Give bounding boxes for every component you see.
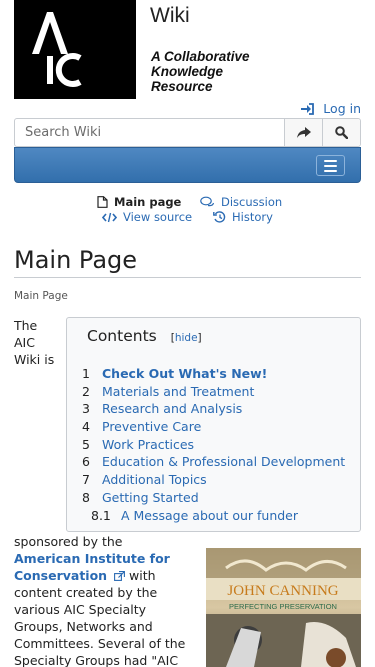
toc-item-number: 2 <box>82 383 90 399</box>
search-bar <box>14 118 361 147</box>
login-link[interactable]: Log in <box>301 101 361 116</box>
hamburger-icon <box>324 169 337 172</box>
tagline-line: A Collaborative <box>151 49 250 64</box>
toc-item-label: Research and Analysis <box>102 401 243 417</box>
aic-link-cont[interactable]: Conservation <box>14 568 107 583</box>
breadcrumb: Main Page <box>14 290 68 302</box>
body-text: sponsored by the American Institute for … <box>14 533 204 667</box>
table-of-contents: Contents [hide] 1 Check Out What's New! 2… <box>66 317 361 532</box>
toc-item[interactable]: 7 Additional Topics <box>82 471 345 489</box>
toc-item-number: 7 <box>82 472 90 488</box>
tab-view-source[interactable]: View source <box>102 210 192 224</box>
sponsor-image-tagline: PERFECTING PRESERVATION <box>229 602 337 611</box>
title-divider <box>14 277 361 278</box>
search-button[interactable] <box>322 119 360 146</box>
intro-line: AIC <box>14 335 35 350</box>
aic-link[interactable]: American Institute for <box>14 551 170 566</box>
history-icon <box>213 211 226 223</box>
toc-item-label: Education & Professional Development <box>102 454 346 470</box>
toc-item-number: 3 <box>82 401 90 417</box>
magnifier-icon <box>335 126 348 139</box>
toc-item-label: Materials and Treatment <box>102 383 255 399</box>
code-icon <box>102 212 117 222</box>
toc-item[interactable]: 6 Education & Professional Development <box>82 453 345 471</box>
tab-history-label: History <box>232 210 273 224</box>
toc-item[interactable]: 1 Check Out What's New! <box>82 365 345 383</box>
toc-item-number: 6 <box>82 454 90 470</box>
toc-item-label: A Message about our funder <box>121 507 299 523</box>
body-text-with: with <box>125 568 156 583</box>
toc-item-number: 1 <box>82 366 90 381</box>
site-tagline: A Collaborative Knowledge Resource <box>151 49 250 94</box>
body-line: content created by the <box>14 585 158 600</box>
tab-discussion[interactable]: Discussion <box>200 195 282 209</box>
tagline-line: Resource <box>151 79 213 94</box>
sign-in-icon <box>301 102 315 115</box>
hamburger-icon <box>324 164 337 167</box>
go-button[interactable] <box>284 119 322 146</box>
toc-item-label: Preventive Care <box>102 419 202 435</box>
toc-item-number: 4 <box>82 419 90 435</box>
body-line: sponsored by the <box>14 534 123 549</box>
tab-view-source-label: View source <box>123 210 193 224</box>
toc-item[interactable]: 8 Getting Started <box>82 489 345 507</box>
body-line: Groups, Networks and <box>14 619 153 634</box>
body-line: Committees. Several of the <box>14 636 186 651</box>
toc-toggle-bracket: ] <box>197 332 202 344</box>
menu-toggle-button[interactable] <box>316 155 345 176</box>
sponsor-image[interactable]: JOHN CANNING PERFECTING PRESERVATION <box>206 548 361 667</box>
body-line: Conservation with <box>14 567 204 584</box>
toc-list: 1 Check Out What's New! 2 Materials and Tr… <box>82 365 345 524</box>
toc-item[interactable]: 2 Materials and Treatment <box>82 383 345 401</box>
toc-item-number: 8.1 <box>91 507 111 523</box>
file-icon <box>97 196 108 208</box>
toc-title: Contents <box>87 327 157 345</box>
toc-toggle: [hide] <box>171 332 202 344</box>
sponsor-image-name: JOHN CANNING <box>227 583 338 599</box>
tab-main-page-label: Main page <box>114 195 182 209</box>
toc-item-number: 5 <box>82 436 90 452</box>
toc-item-number: 8 <box>82 489 90 505</box>
toc-item-label: Additional Topics <box>102 472 207 488</box>
tab-discussion-label: Discussion <box>221 195 283 209</box>
external-link-icon <box>114 571 126 581</box>
body-line: Specialty Groups had "AIC <box>14 653 179 667</box>
main-navbar <box>14 147 361 183</box>
intro-text: The AIC Wiki is <box>14 317 54 368</box>
toc-item[interactable]: 3 Research and Analysis <box>82 400 345 418</box>
tab-history[interactable]: History <box>213 210 273 224</box>
page-title: Main Page <box>14 246 138 274</box>
login-label: Log in <box>323 101 361 116</box>
intro-line: Wiki is <box>14 352 55 367</box>
tab-main-page[interactable]: Main page <box>97 195 181 209</box>
intro-line: The <box>14 318 38 333</box>
toc-hide-link[interactable]: hide <box>175 332 198 344</box>
toc-header: Contents [hide] <box>87 327 202 345</box>
toc-item-label: Work Practices <box>102 436 195 452</box>
tagline-line: Knowledge <box>151 64 224 79</box>
toc-subitem[interactable]: 8.1 A Message about our funder <box>82 507 345 525</box>
toc-item[interactable]: 4 Preventive Care <box>82 418 345 436</box>
toc-item-label: Getting Started <box>102 489 199 505</box>
site-logo[interactable] <box>14 0 136 99</box>
hamburger-icon <box>324 159 337 162</box>
toc-item[interactable]: 5 Work Practices <box>82 436 345 454</box>
site-title[interactable]: Wiki <box>150 4 190 28</box>
body-line: various AIC Specialty <box>14 602 147 617</box>
toc-item-label: Check Out What's New! <box>102 366 268 381</box>
body-line: American Institute for <box>14 550 204 567</box>
comments-icon <box>200 196 215 207</box>
share-arrow-icon <box>296 126 311 138</box>
search-input[interactable] <box>15 119 284 146</box>
